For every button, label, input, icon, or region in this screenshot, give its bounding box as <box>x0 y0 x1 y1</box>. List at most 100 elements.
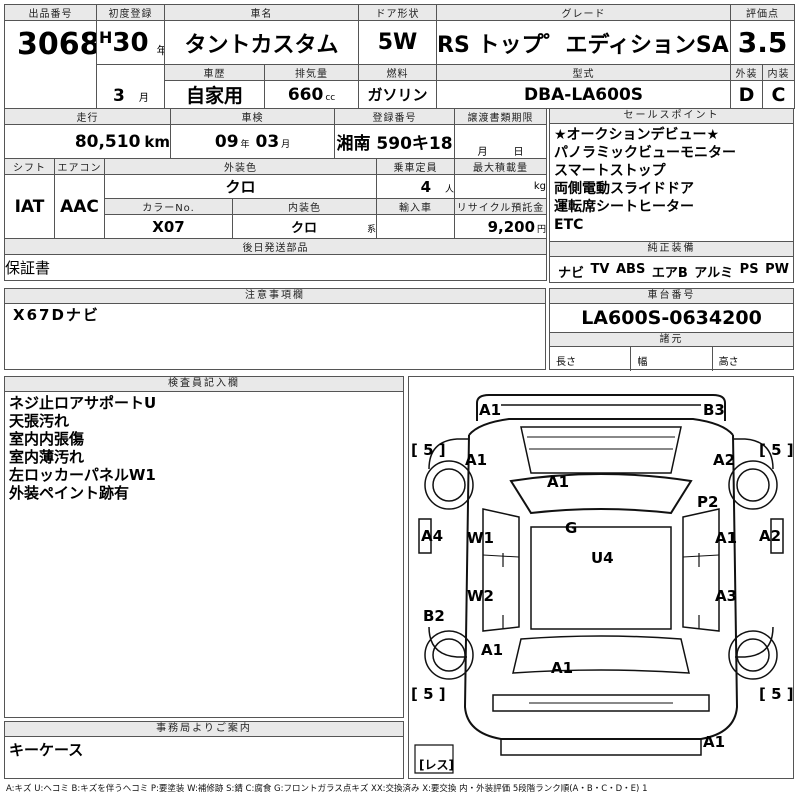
dims-length: 長さ <box>550 347 632 371</box>
inspection-value: 09 年 03 月 <box>170 124 336 159</box>
displacement-value: 660 cc <box>263 80 360 109</box>
office-box: 事務局よりご案内 キーケース <box>4 721 404 779</box>
sales-point: スマートストップ <box>554 163 666 179</box>
first-reg-label: 初度登録 <box>96 4 165 21</box>
import-label: 輸入車 <box>376 198 456 215</box>
interior-grade-value: C <box>762 80 796 109</box>
spare-tire: [レス] <box>419 758 454 772</box>
lot-no-label: 出品番号 <box>4 4 97 21</box>
notes-value: X67Dナビ <box>13 306 100 324</box>
plate-label: 登録番号 <box>334 108 456 125</box>
tire-rear-left: [ 5 ] <box>411 685 446 703</box>
recycle-value: 9,200 円 <box>454 214 548 239</box>
dims-height: 高さ <box>718 357 739 368</box>
code-fender-right: A2 <box>713 451 735 469</box>
capacity-label: 乗車定員 <box>376 158 456 175</box>
chassis-label: 車台番号 <box>550 289 793 304</box>
dims-row: 長さ 幅 高さ <box>550 347 793 371</box>
equipment-item: ABS <box>615 262 646 277</box>
grade-value: RS トップ゜エディションSA3 <box>436 20 732 65</box>
sales-point: パノラミックビューモニター <box>554 145 736 161</box>
dims-label: 諸元 <box>550 333 793 347</box>
code-front-right: B3 <box>703 401 725 419</box>
equipment-item: PS <box>739 262 759 277</box>
max-load-label: 最大積載量 <box>454 158 548 175</box>
exterior-grade-value: D <box>730 80 764 109</box>
tire-rear-right: [ 5 ] <box>759 685 793 703</box>
code-quarter-left: A1 <box>481 641 503 659</box>
recycle-label: リサイクル預託金 <box>454 198 548 215</box>
code-door-front-left: W1 <box>467 529 494 547</box>
grade-label: グレード <box>436 4 732 21</box>
car-name-value: タントカスタム <box>163 20 360 65</box>
code-rear-bumper: A1 <box>703 733 725 751</box>
history-label: 車歴 <box>164 64 265 81</box>
shift-label: シフト <box>4 158 55 175</box>
later-items-value: 保証書 <box>3 254 548 281</box>
code-glass: G <box>565 519 577 537</box>
transfer-label: 譲渡書類期限 <box>454 108 548 125</box>
inspector-line: 左ロッカーパネルW1 <box>9 466 156 484</box>
aircon-label: エアコン <box>54 158 105 175</box>
car-name-label: 車名 <box>163 4 360 21</box>
equipment-box: 純正装備 ナビ TV ABS エアB アルミ PS PW <box>549 241 794 283</box>
history-value: 自家用 <box>164 80 265 109</box>
int-color-value: クロ系 <box>232 214 378 239</box>
equipment-item: TV <box>590 262 610 277</box>
code-rocker-left: B2 <box>423 607 445 625</box>
equipment-item: ナビ <box>558 266 585 281</box>
score-label: 評価点 <box>730 4 796 21</box>
int-color-label: 内装色 <box>232 198 378 215</box>
code-fender-left: A1 <box>465 451 487 469</box>
import-value <box>376 214 456 239</box>
inspector-line: ネジ止ロアサポートU <box>9 394 157 412</box>
capacity-value: 4人 <box>376 174 456 199</box>
sales-points-box: セールスポイント ★オークションデビュー★ パノラミックビューモニター スマート… <box>549 108 794 242</box>
legend: A:キズ U:ヘコミ B:キズを伴うヘコミ P:要塗装 W:補修跡 S:錆 C:… <box>6 784 648 794</box>
notes-label: 注意事項欄 <box>5 289 545 304</box>
sales-point: ★オークションデビュー★ <box>554 127 720 143</box>
chassis-value: LA600S-0634200 <box>550 304 793 333</box>
tire-front-left: [ 5 ] <box>411 441 446 459</box>
fuel-value: ガソリン <box>358 80 438 109</box>
first-reg-year: H30年 <box>96 20 165 65</box>
plate-value: 湘南 590キ18 <box>334 124 456 159</box>
office-label: 事務局よりご案内 <box>5 722 403 737</box>
inspector-label: 検査員記入欄 <box>5 377 403 392</box>
transfer-value: 月日 <box>454 124 548 159</box>
sales-points-label: セールスポイント <box>550 109 793 124</box>
code-door-rear-left: W2 <box>467 587 494 605</box>
code-pillar-right: P2 <box>697 493 718 511</box>
mileage-label: 走行 <box>3 108 172 125</box>
damage-codes: A1 B3 A1 A2 A1 P2 G A4 A2 W1 A1 U4 W2 A3… <box>421 401 781 751</box>
office-value: キーケース <box>9 741 84 759</box>
interior-grade-label: 内装 <box>762 64 796 81</box>
sales-point: ETC <box>554 217 584 233</box>
exterior-grade-label: 外装 <box>730 64 764 81</box>
code-door-rear-right: A3 <box>715 587 737 605</box>
inspector-lines: ネジ止ロアサポートU 天張汚れ 室内内張傷 室内薄汚れ 左ロッカーパネルW1 外… <box>5 392 403 504</box>
code-door-front-right: A1 <box>715 529 737 547</box>
aircon-value: AAC <box>54 174 105 239</box>
car-diagram-box: A1 B3 A1 A2 A1 P2 G A4 A2 W1 A1 U4 W2 A3… <box>408 376 794 779</box>
model-label: 型式 <box>436 64 732 81</box>
notes-box: 注意事項欄 X67Dナビ <box>4 288 546 370</box>
equipment-list: ナビ TV ABS エアB アルミ PS PW <box>550 257 793 281</box>
mileage-value: 80,510 km <box>3 124 172 159</box>
door-value: 5W <box>358 20 438 65</box>
equipment-label: 純正装備 <box>550 242 793 257</box>
auction-sheet: 出品番号 初度登録 車名 ドア形状 グレード 評価点 3068 H30年 タント… <box>0 0 800 800</box>
door-label: ドア形状 <box>358 4 438 21</box>
lot-no-value: 3068 <box>4 20 97 109</box>
code-roof: U4 <box>591 549 614 567</box>
code-mirror-left: A4 <box>421 527 443 545</box>
inspector-line: 天張汚れ <box>9 412 70 430</box>
shift-value: IAT <box>4 174 55 239</box>
code-mirror-right: A2 <box>759 527 781 545</box>
score-value: 3.5 <box>730 20 796 65</box>
sales-points-list: ★オークションデビュー★ パノラミックビューモニター スマートストップ 両側電動… <box>550 124 793 236</box>
chassis-box: 車台番号 LA600S-0634200 諸元 長さ 幅 高さ <box>549 288 794 371</box>
header-table: 出品番号 初度登録 車名 ドア形状 グレード 評価点 3068 H30年 タント… <box>4 4 796 109</box>
ext-color-label: 外装色 <box>103 158 378 175</box>
fuel-label: 燃料 <box>358 64 438 81</box>
